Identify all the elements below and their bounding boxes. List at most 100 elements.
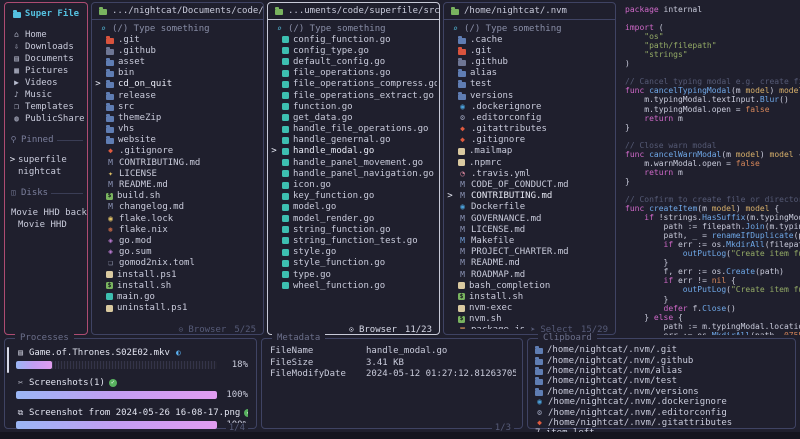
- sidebar-item-music[interactable]: ♪Music: [9, 89, 83, 101]
- file-row[interactable]: vhs: [94, 124, 261, 135]
- clipboard-item[interactable]: /home/nightcat/.nvm/test: [535, 376, 789, 386]
- file-panel-2[interactable]: ...uments/code/superfile/src/internal⌕(/…: [267, 2, 440, 335]
- file-panel-3[interactable]: /home/nightcat/.nvm⌕(/) Type something.c…: [443, 2, 616, 335]
- file-row[interactable]: default_config.go: [270, 56, 437, 67]
- file-row[interactable]: nvm-exec: [446, 303, 613, 314]
- search-input[interactable]: ⌕(/) Type something: [444, 20, 615, 35]
- file-row[interactable]: bin: [94, 68, 261, 79]
- file-row[interactable]: MPROJECT_CHARTER.md: [446, 247, 613, 258]
- file-row[interactable]: install.ps1: [94, 269, 261, 280]
- file-row[interactable]: ◉Dockerfile: [446, 202, 613, 213]
- pinned-item-superfile[interactable]: >superfile: [9, 154, 83, 166]
- file-row[interactable]: main.go: [94, 291, 261, 302]
- file-row[interactable]: ◆.gitattributes: [446, 124, 613, 135]
- file-row[interactable]: file_operations_extract.go: [270, 90, 437, 101]
- file-row[interactable]: >cd_on_quit: [94, 79, 261, 90]
- process-entry[interactable]: ⧉Screenshot from 2024-05-26 16-08-17.png…: [16, 407, 248, 430]
- file-panel-1[interactable]: .../nightcat/Documents/code/superfile⌕(/…: [91, 2, 264, 335]
- sidebar-item-documents[interactable]: ▤Documents: [9, 53, 83, 65]
- clipboard-item[interactable]: ◆/home/nightcat/.nvm/.gitattributes: [535, 418, 789, 428]
- clipboard-item[interactable]: ⚙/home/nightcat/.nvm/.editorconfig: [535, 407, 789, 417]
- file-row[interactable]: icon.go: [270, 179, 437, 190]
- file-row[interactable]: ◈go.mod: [94, 235, 261, 246]
- file-row[interactable]: .git: [446, 45, 613, 56]
- file-row[interactable]: .mailmap: [446, 146, 613, 157]
- file-row[interactable]: $build.sh: [94, 191, 261, 202]
- file-row[interactable]: Mchangelog.md: [94, 202, 261, 213]
- file-row[interactable]: ◉.dockerignore: [446, 101, 613, 112]
- file-row[interactable]: key_function.go: [270, 191, 437, 202]
- file-row[interactable]: .npmrc: [446, 157, 613, 168]
- file-row[interactable]: $nvm.sh: [446, 314, 613, 325]
- metadata-row[interactable]: FileSize3.41 KB: [270, 358, 516, 370]
- file-row[interactable]: MREADME.md: [446, 258, 613, 269]
- file-row[interactable]: ◈go.sum: [94, 247, 261, 258]
- clipboard-item[interactable]: /home/nightcat/.nvm/alias: [535, 366, 789, 376]
- file-row[interactable]: test: [446, 79, 613, 90]
- clipboard-item[interactable]: /home/nightcat/.nvm/.git: [535, 345, 789, 355]
- file-row[interactable]: function.go: [270, 101, 437, 112]
- file-row[interactable]: $install.sh: [446, 291, 613, 302]
- file-row[interactable]: ◆.gitignore: [94, 146, 261, 157]
- file-row[interactable]: file_operations_compress.go: [270, 79, 437, 90]
- file-row[interactable]: release: [94, 90, 261, 101]
- file-row[interactable]: config_type.go: [270, 45, 437, 56]
- processes-scrollbar[interactable]: [7, 347, 9, 373]
- file-row[interactable]: wheel_function.go: [270, 280, 437, 291]
- file-row[interactable]: MGOVERNANCE.md: [446, 213, 613, 224]
- process-entry[interactable]: ▤Game.of.Thrones.S02E02.mkv◐18%: [16, 347, 248, 370]
- search-input[interactable]: ⌕(/) Type something: [268, 20, 439, 35]
- sidebar-item-publicshare[interactable]: ◍PublicShare: [9, 113, 83, 125]
- file-row[interactable]: style.go: [270, 247, 437, 258]
- file-row[interactable]: MCODE_OF_CONDUCT.md: [446, 179, 613, 190]
- clipboard-item[interactable]: /home/nightcat/.nvm/.github: [535, 355, 789, 365]
- file-row[interactable]: handle_file_operations.go: [270, 124, 437, 135]
- file-row[interactable]: $install.sh: [94, 280, 261, 291]
- file-row[interactable]: type.go: [270, 269, 437, 280]
- file-row[interactable]: ◉flake.lock: [94, 213, 261, 224]
- file-row[interactable]: string_function.go: [270, 224, 437, 235]
- file-row[interactable]: MMakefile: [446, 235, 613, 246]
- file-row[interactable]: asset: [94, 56, 261, 67]
- sidebar-item-pictures[interactable]: ▦Pictures: [9, 65, 83, 77]
- sidebar-item-templates[interactable]: ❒Templates: [9, 101, 83, 113]
- file-row[interactable]: bash_completion: [446, 280, 613, 291]
- file-row[interactable]: ◔.travis.yml: [446, 168, 613, 179]
- clipboard-item[interactable]: ◉/home/nightcat/.nvm/.dockerignore: [535, 397, 789, 407]
- file-row[interactable]: ❏gomod2nix.toml: [94, 258, 261, 269]
- file-row[interactable]: handle_panel_navigation.go: [270, 168, 437, 179]
- file-row[interactable]: MREADME.md: [94, 179, 261, 190]
- file-row[interactable]: ✦LICENSE: [94, 168, 261, 179]
- metadata-row[interactable]: FileNamehandle_modal.go: [270, 346, 516, 358]
- file-row[interactable]: MROADMAP.md: [446, 269, 613, 280]
- clipboard-item[interactable]: /home/nightcat/.nvm/versions: [535, 387, 789, 397]
- file-row[interactable]: get_data.go: [270, 112, 437, 123]
- file-row[interactable]: handle_panel_movement.go: [270, 157, 437, 168]
- file-row[interactable]: themeZip: [94, 112, 261, 123]
- file-row[interactable]: versions: [446, 90, 613, 101]
- file-row[interactable]: .github: [94, 45, 261, 56]
- sidebar-item-home[interactable]: ⌂Home: [9, 29, 83, 41]
- file-row[interactable]: string_function_test.go: [270, 235, 437, 246]
- file-row[interactable]: alias: [446, 68, 613, 79]
- search-input[interactable]: ⌕(/) Type something: [92, 20, 263, 35]
- sidebar-item-downloads[interactable]: ⇩Downloads: [9, 41, 83, 53]
- file-row[interactable]: ❅flake.nix: [94, 224, 261, 235]
- file-row[interactable]: model_render.go: [270, 213, 437, 224]
- file-row[interactable]: MLICENSE.md: [446, 224, 613, 235]
- file-row[interactable]: config_function.go: [270, 34, 437, 45]
- file-row[interactable]: uninstall.ps1: [94, 303, 261, 314]
- file-row[interactable]: style_function.go: [270, 258, 437, 269]
- metadata-row[interactable]: FileModifyDate2024-05-12 01:27:12.812637…: [270, 369, 516, 381]
- file-row[interactable]: model.go: [270, 202, 437, 213]
- file-row[interactable]: ◆.gitignore: [446, 135, 613, 146]
- file-row[interactable]: MCONTRIBUTING.md: [94, 157, 261, 168]
- file-row[interactable]: file_operations.go: [270, 68, 437, 79]
- file-row[interactable]: ⚙.editorconfig: [446, 112, 613, 123]
- disk-item-movie-hhd-backu-[interactable]: Movie HHD backu...: [9, 207, 83, 219]
- sidebar-item-videos[interactable]: ▶Videos: [9, 77, 83, 89]
- file-row[interactable]: .github: [446, 56, 613, 67]
- file-row[interactable]: >handle_modal.go: [270, 146, 437, 157]
- file-row[interactable]: website: [94, 135, 261, 146]
- file-row[interactable]: >MCONTRIBUTING.md: [446, 191, 613, 202]
